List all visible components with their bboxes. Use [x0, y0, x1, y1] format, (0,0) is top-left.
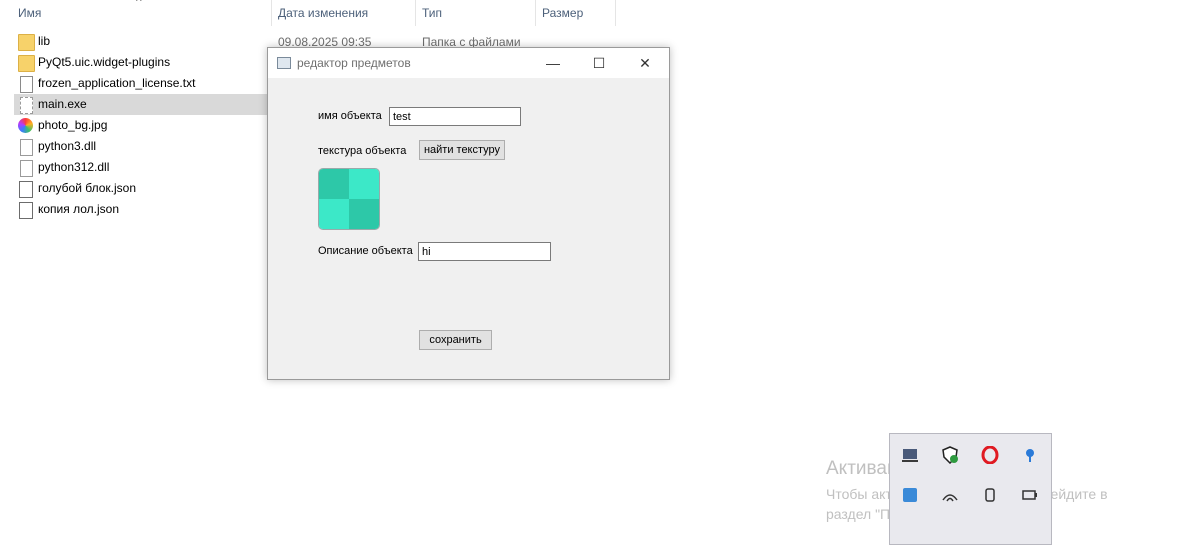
file-name: python312.dll [38, 160, 110, 174]
file-name: копия лол.json [38, 202, 119, 216]
file-row-lib[interactable]: lib [14, 31, 268, 52]
texture-label: текстура объекта [318, 145, 407, 157]
image-file-icon [18, 118, 33, 133]
column-header-bar: ^ Имя Дата изменения Тип Размер [0, 0, 620, 26]
file-name: main.exe [38, 97, 87, 111]
window-titlebar[interactable]: редактор предметов — ☐ ✕ [268, 48, 669, 78]
maximize-button[interactable]: ☐ [576, 48, 622, 78]
description-label: Описание объекта [318, 245, 413, 257]
app-icon[interactable] [901, 486, 919, 504]
dll-file-icon [20, 139, 33, 156]
location-pin-icon[interactable] [1021, 446, 1039, 464]
file-row-python3-dll[interactable]: python3.dll [14, 136, 268, 157]
json-file-icon [19, 202, 33, 219]
opera-icon[interactable] [981, 445, 999, 465]
file-name: photo_bg.jpg [38, 118, 108, 132]
column-divider[interactable] [535, 0, 536, 26]
file-row-blue-block-json[interactable]: голубой блок.json [14, 178, 268, 199]
folder-icon [18, 34, 35, 51]
name-label: имя объекта [318, 110, 382, 122]
column-date[interactable]: Дата изменения [278, 6, 368, 20]
column-divider[interactable] [271, 0, 272, 26]
close-button[interactable]: ✕ [622, 48, 668, 78]
name-input[interactable]: test [389, 107, 521, 126]
file-name: lib [38, 34, 51, 48]
file-name: frozen_application_license.txt [38, 76, 196, 90]
json-file-icon [19, 181, 33, 198]
minimize-button[interactable]: — [530, 48, 576, 78]
file-row-pyqt5-plugins[interactable]: PyQt5.uic.widget-plugins [14, 52, 268, 73]
description-input[interactable]: hi [418, 242, 551, 261]
window-title: редактор предметов [297, 56, 411, 70]
shield-icon[interactable] [941, 446, 959, 465]
file-row-license[interactable]: frozen_application_license.txt [14, 73, 268, 94]
column-divider[interactable] [615, 0, 616, 26]
tray-overflow-flyout [889, 433, 1052, 545]
column-divider[interactable] [415, 0, 416, 26]
column-size[interactable]: Размер [542, 6, 583, 20]
file-name: python3.dll [38, 139, 97, 153]
file-row-copy-lol-json[interactable]: копия лол.json [14, 199, 268, 220]
file-row-main-exe[interactable]: main.exe [14, 94, 268, 115]
texture-preview [318, 168, 380, 230]
file-name: голубой блок.json [38, 181, 136, 195]
file-row-photo[interactable]: photo_bg.jpg [14, 115, 268, 136]
item-editor-window: редактор предметов — ☐ ✕ имя объекта tes… [267, 47, 670, 380]
file-row-python312-dll[interactable]: python312.dll [14, 157, 268, 178]
column-name[interactable]: Имя [18, 6, 41, 20]
monitor-icon[interactable] [901, 446, 919, 464]
usb-icon[interactable] [981, 486, 999, 504]
window-icon [277, 57, 291, 69]
battery-icon[interactable] [1021, 486, 1039, 504]
executable-icon [20, 97, 33, 114]
column-type[interactable]: Тип [422, 6, 442, 20]
text-file-icon [20, 76, 33, 93]
folder-icon [18, 55, 35, 72]
sort-up-icon: ^ [136, 0, 142, 8]
wifi-icon[interactable] [941, 486, 959, 504]
find-texture-button[interactable]: найти текстуру [419, 140, 505, 160]
dll-file-icon [20, 160, 33, 177]
save-button[interactable]: сохранить [419, 330, 492, 350]
file-name: PyQt5.uic.widget-plugins [38, 55, 171, 69]
